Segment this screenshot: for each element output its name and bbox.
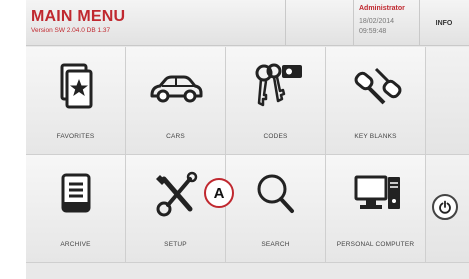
wrench-screwdriver-icon [156,171,198,217]
computer-icon [354,175,400,209]
main-menu-screen: MAIN MENU Version SW 2.04.0 DB 1.37 Admi… [26,0,469,279]
tile-personal-computer[interactable]: PERSONAL COMPUTER [326,155,426,263]
archive-tray-icon [61,173,91,213]
magnifier-icon [257,174,294,213]
car-icon [150,75,203,103]
page-title: MAIN MENU [31,8,126,25]
version-text: Version SW 2.04.0 DB 1.37 [31,27,111,34]
header-divider [353,0,354,46]
keys-code-icon [255,63,302,107]
callout-marker: A [204,178,234,208]
key-blanks-icon [354,67,402,105]
tile-label: SEARCH [261,241,290,248]
tile-label: ARCHIVE [60,241,91,248]
info-button[interactable]: INFO [419,0,469,46]
date-text: 18/02/2014 [359,18,395,25]
tile-setup[interactable]: SETUP [126,155,226,263]
tile-archive[interactable]: ARCHIVE [26,155,126,263]
header-divider [285,0,286,46]
side-panel-top [426,47,469,155]
power-button[interactable] [432,194,458,220]
user-name: Administrator [359,5,405,12]
tile-cars[interactable]: CARS [126,47,226,155]
tile-favorites[interactable]: FAVORITES [26,47,126,155]
tile-label: PERSONAL COMPUTER [336,241,415,248]
tile-label: KEY BLANKS [354,133,397,140]
time-text: 09:59:48 [359,28,387,35]
tile-key-blanks[interactable]: KEY BLANKS [326,47,426,155]
tile-label: CARS [166,133,185,140]
power-icon [439,200,451,214]
tile-label: SETUP [164,241,187,248]
tile-search[interactable]: SEARCH [226,155,326,263]
header-bar: MAIN MENU Version SW 2.04.0 DB 1.37 Admi… [26,0,469,46]
favorites-star-card-icon [60,63,93,109]
tile-label: FAVORITES [56,133,95,140]
tile-label: CODES [263,133,288,140]
tile-codes[interactable]: CODES [226,47,326,155]
